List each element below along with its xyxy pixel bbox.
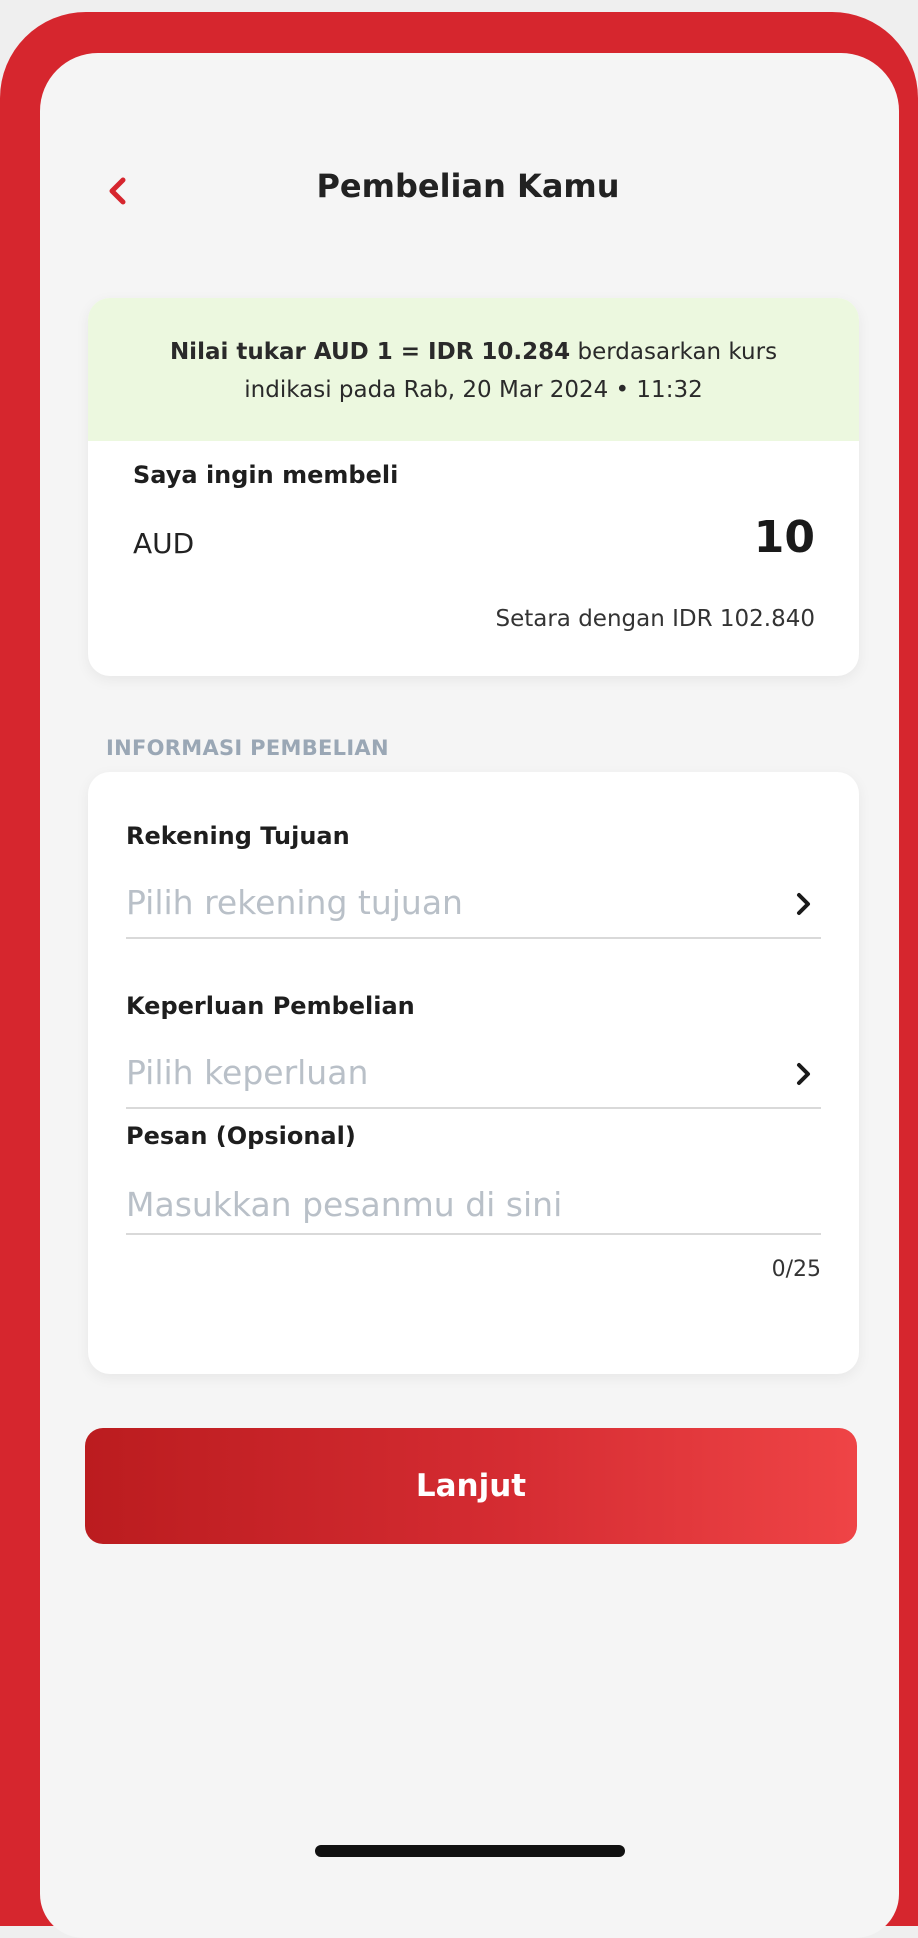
message-input[interactable]: [126, 1175, 821, 1235]
purchase-purpose-placeholder: Pilih keperluan: [126, 1053, 369, 1092]
chevron-right-icon: [797, 1063, 810, 1085]
destination-account-select[interactable]: Pilih rekening tujuan: [126, 877, 821, 939]
purchase-purpose-label: Keperluan Pembelian: [126, 992, 415, 1020]
page-title: Pembelian Kamu: [316, 167, 620, 205]
purchase-summary-card: Nilai tukar AUD 1 = IDR 10.284 berdasark…: [88, 298, 859, 676]
destination-account-label: Rekening Tujuan: [126, 822, 350, 850]
back-button[interactable]: [98, 171, 138, 211]
chevron-right-icon: [797, 893, 810, 915]
exchange-rate-value: Nilai tukar AUD 1 = IDR 10.284: [169, 339, 571, 365]
equivalent-amount: Setara dengan IDR 102.840: [495, 606, 815, 632]
home-indicator: [315, 1845, 625, 1857]
exchange-rate-note: berdasarkan kurs: [570, 339, 778, 365]
message-char-counter: 0/25: [771, 1257, 821, 1282]
purchase-purpose-select[interactable]: Pilih keperluan: [126, 1047, 821, 1109]
buy-label: Saya ingin membeli: [133, 461, 399, 489]
chevron-left-icon: [109, 177, 126, 205]
exchange-rate-timestamp: indikasi pada Rab, 20 Mar 2024 • 11:32: [244, 377, 703, 403]
currency-code: AUD: [133, 527, 195, 560]
destination-account-placeholder: Pilih rekening tujuan: [126, 883, 463, 922]
purchase-amount: 10: [753, 512, 815, 563]
section-title: INFORMASI PEMBELIAN: [106, 736, 389, 760]
app-screen: Pembelian Kamu Nilai tukar AUD 1 = IDR 1…: [40, 53, 899, 1938]
message-label: Pesan (Opsional): [126, 1122, 356, 1150]
purchase-info-card: Rekening Tujuan Pilih rekening tujuan Ke…: [88, 772, 859, 1374]
device-frame: Pembelian Kamu Nilai tukar AUD 1 = IDR 1…: [0, 12, 918, 1938]
exchange-rate-banner: Nilai tukar AUD 1 = IDR 10.284 berdasark…: [88, 298, 859, 441]
continue-button[interactable]: Lanjut: [85, 1428, 857, 1544]
